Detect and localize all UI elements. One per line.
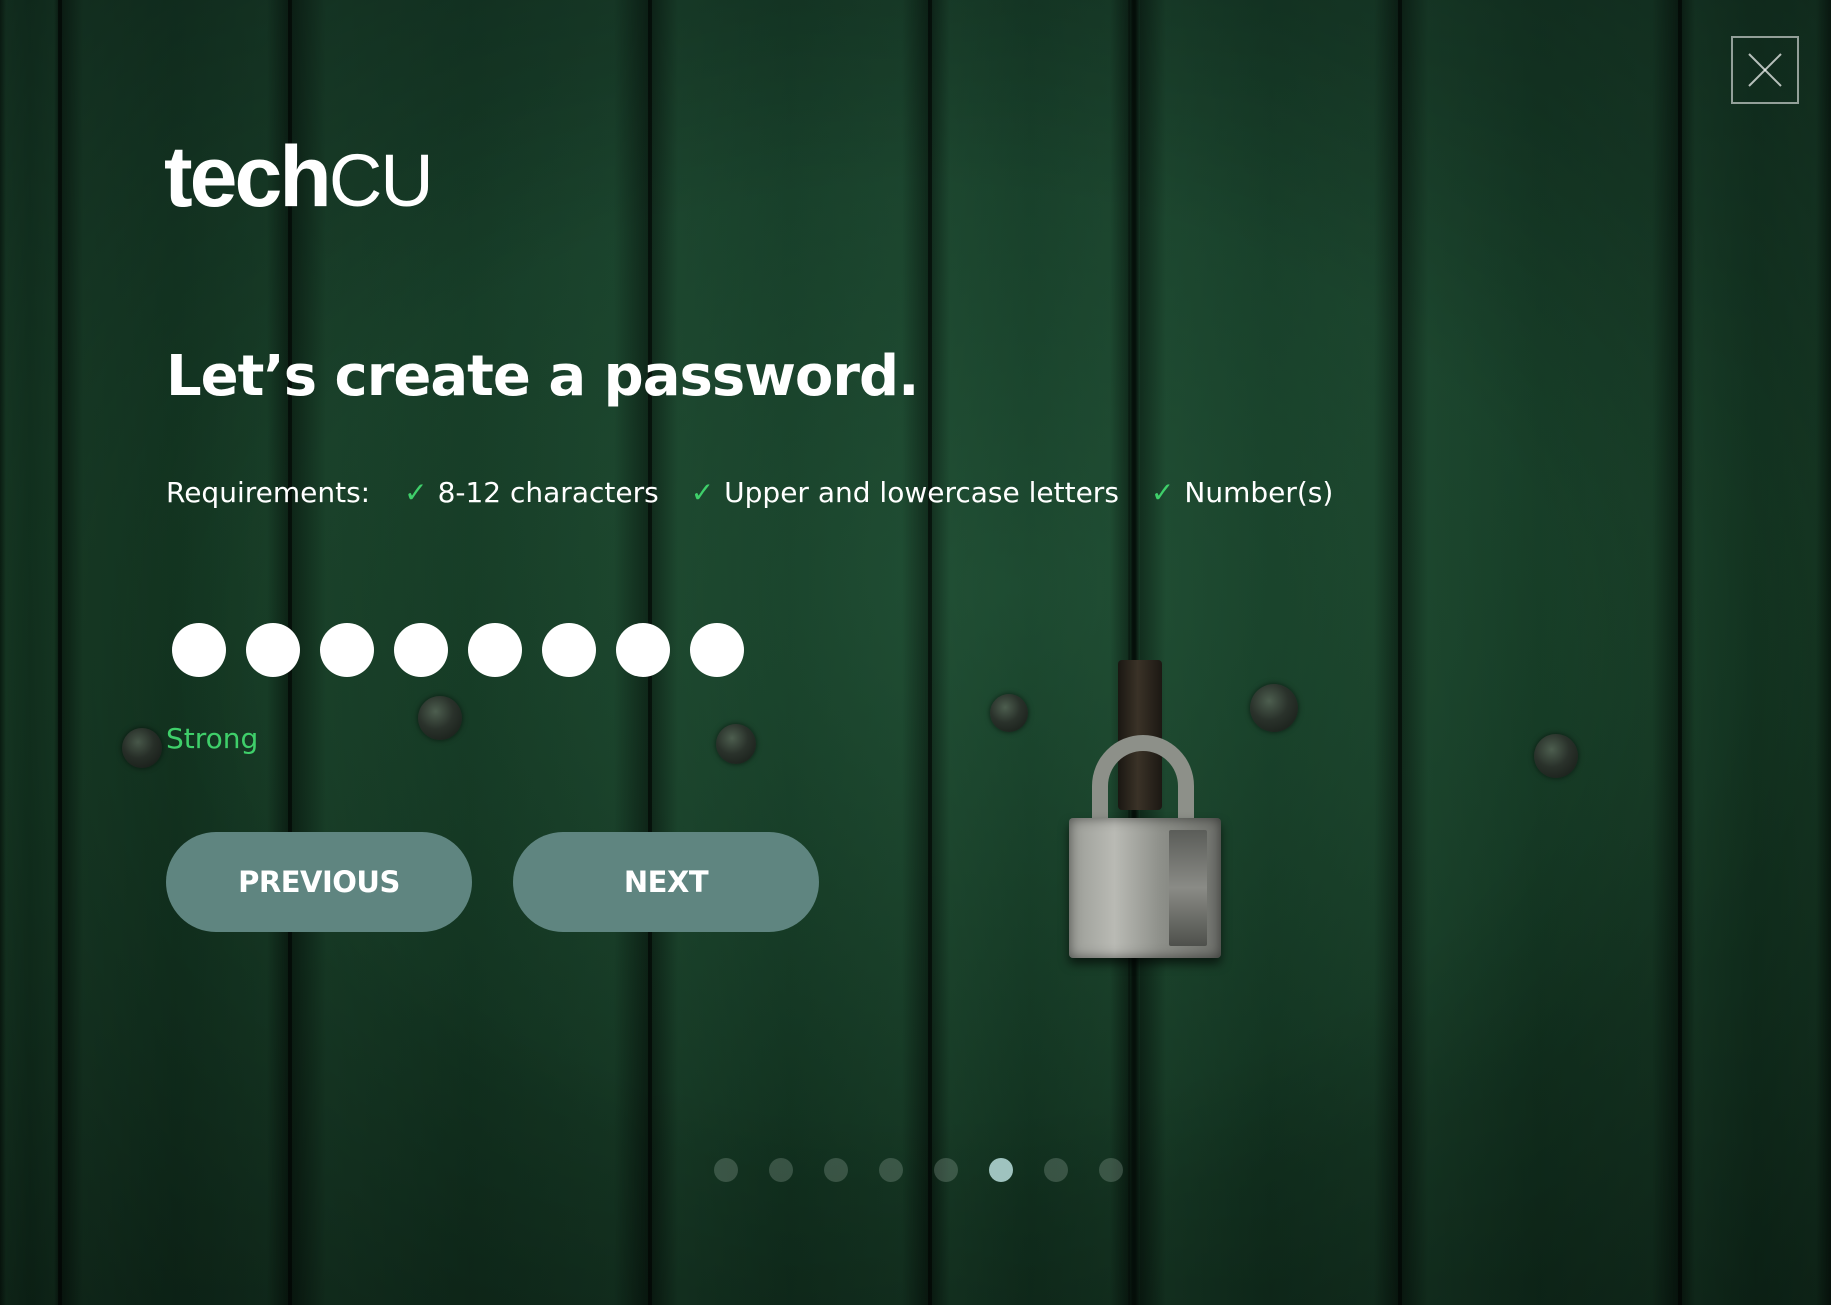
next-button[interactable]: NEXT: [513, 832, 819, 932]
password-mask-dot: [320, 623, 374, 677]
pager-dot[interactable]: [1044, 1158, 1068, 1182]
requirement-text: Number(s): [1184, 475, 1334, 509]
pager-dot[interactable]: [1099, 1158, 1123, 1182]
page-title: Let’s create a password.: [166, 344, 919, 409]
requirement-length: ✓ 8-12 characters: [404, 476, 659, 509]
password-mask-dot: [172, 623, 226, 677]
password-input[interactable]: [172, 580, 752, 720]
check-icon: ✓: [1150, 475, 1175, 509]
password-mask-dot: [616, 623, 670, 677]
requirement-text: Upper and lowercase letters: [724, 475, 1119, 509]
requirement-text: 8-12 characters: [437, 475, 659, 509]
password-mask-dot: [690, 623, 744, 677]
pager-dot[interactable]: [879, 1158, 903, 1182]
password-strength-label: Strong: [166, 722, 259, 755]
pager-dot[interactable]: [714, 1158, 738, 1182]
password-requirements: Requirements: ✓ 8-12 characters ✓ Upper …: [166, 472, 1365, 512]
password-mask: [172, 623, 744, 677]
previous-button[interactable]: PREVIOUS: [166, 832, 472, 932]
pager-dot-active[interactable]: [989, 1158, 1013, 1182]
password-mask-dot: [246, 623, 300, 677]
check-icon: ✓: [404, 475, 428, 509]
techcu-logo: tech cu: [164, 128, 434, 228]
requirements-label: Requirements:: [166, 475, 371, 509]
password-mask-dot: [542, 623, 596, 677]
logo-text-cu: cu: [328, 139, 434, 222]
pager-dot[interactable]: [769, 1158, 793, 1182]
requirement-numbers: ✓ Number(s): [1151, 476, 1333, 509]
requirement-case: ✓ Upper and lowercase letters: [691, 476, 1119, 509]
password-mask-dot: [468, 623, 522, 677]
logo-text-tech: tech: [164, 129, 332, 225]
pager-dot[interactable]: [934, 1158, 958, 1182]
close-icon: [1748, 53, 1782, 87]
password-mask-dot: [394, 623, 448, 677]
onboarding-screen: tech cu Let’s create a password. Require…: [0, 0, 1831, 1305]
pager-dot[interactable]: [824, 1158, 848, 1182]
check-icon: ✓: [690, 475, 715, 509]
close-button[interactable]: [1731, 36, 1799, 104]
step-pager: [714, 1158, 1123, 1182]
